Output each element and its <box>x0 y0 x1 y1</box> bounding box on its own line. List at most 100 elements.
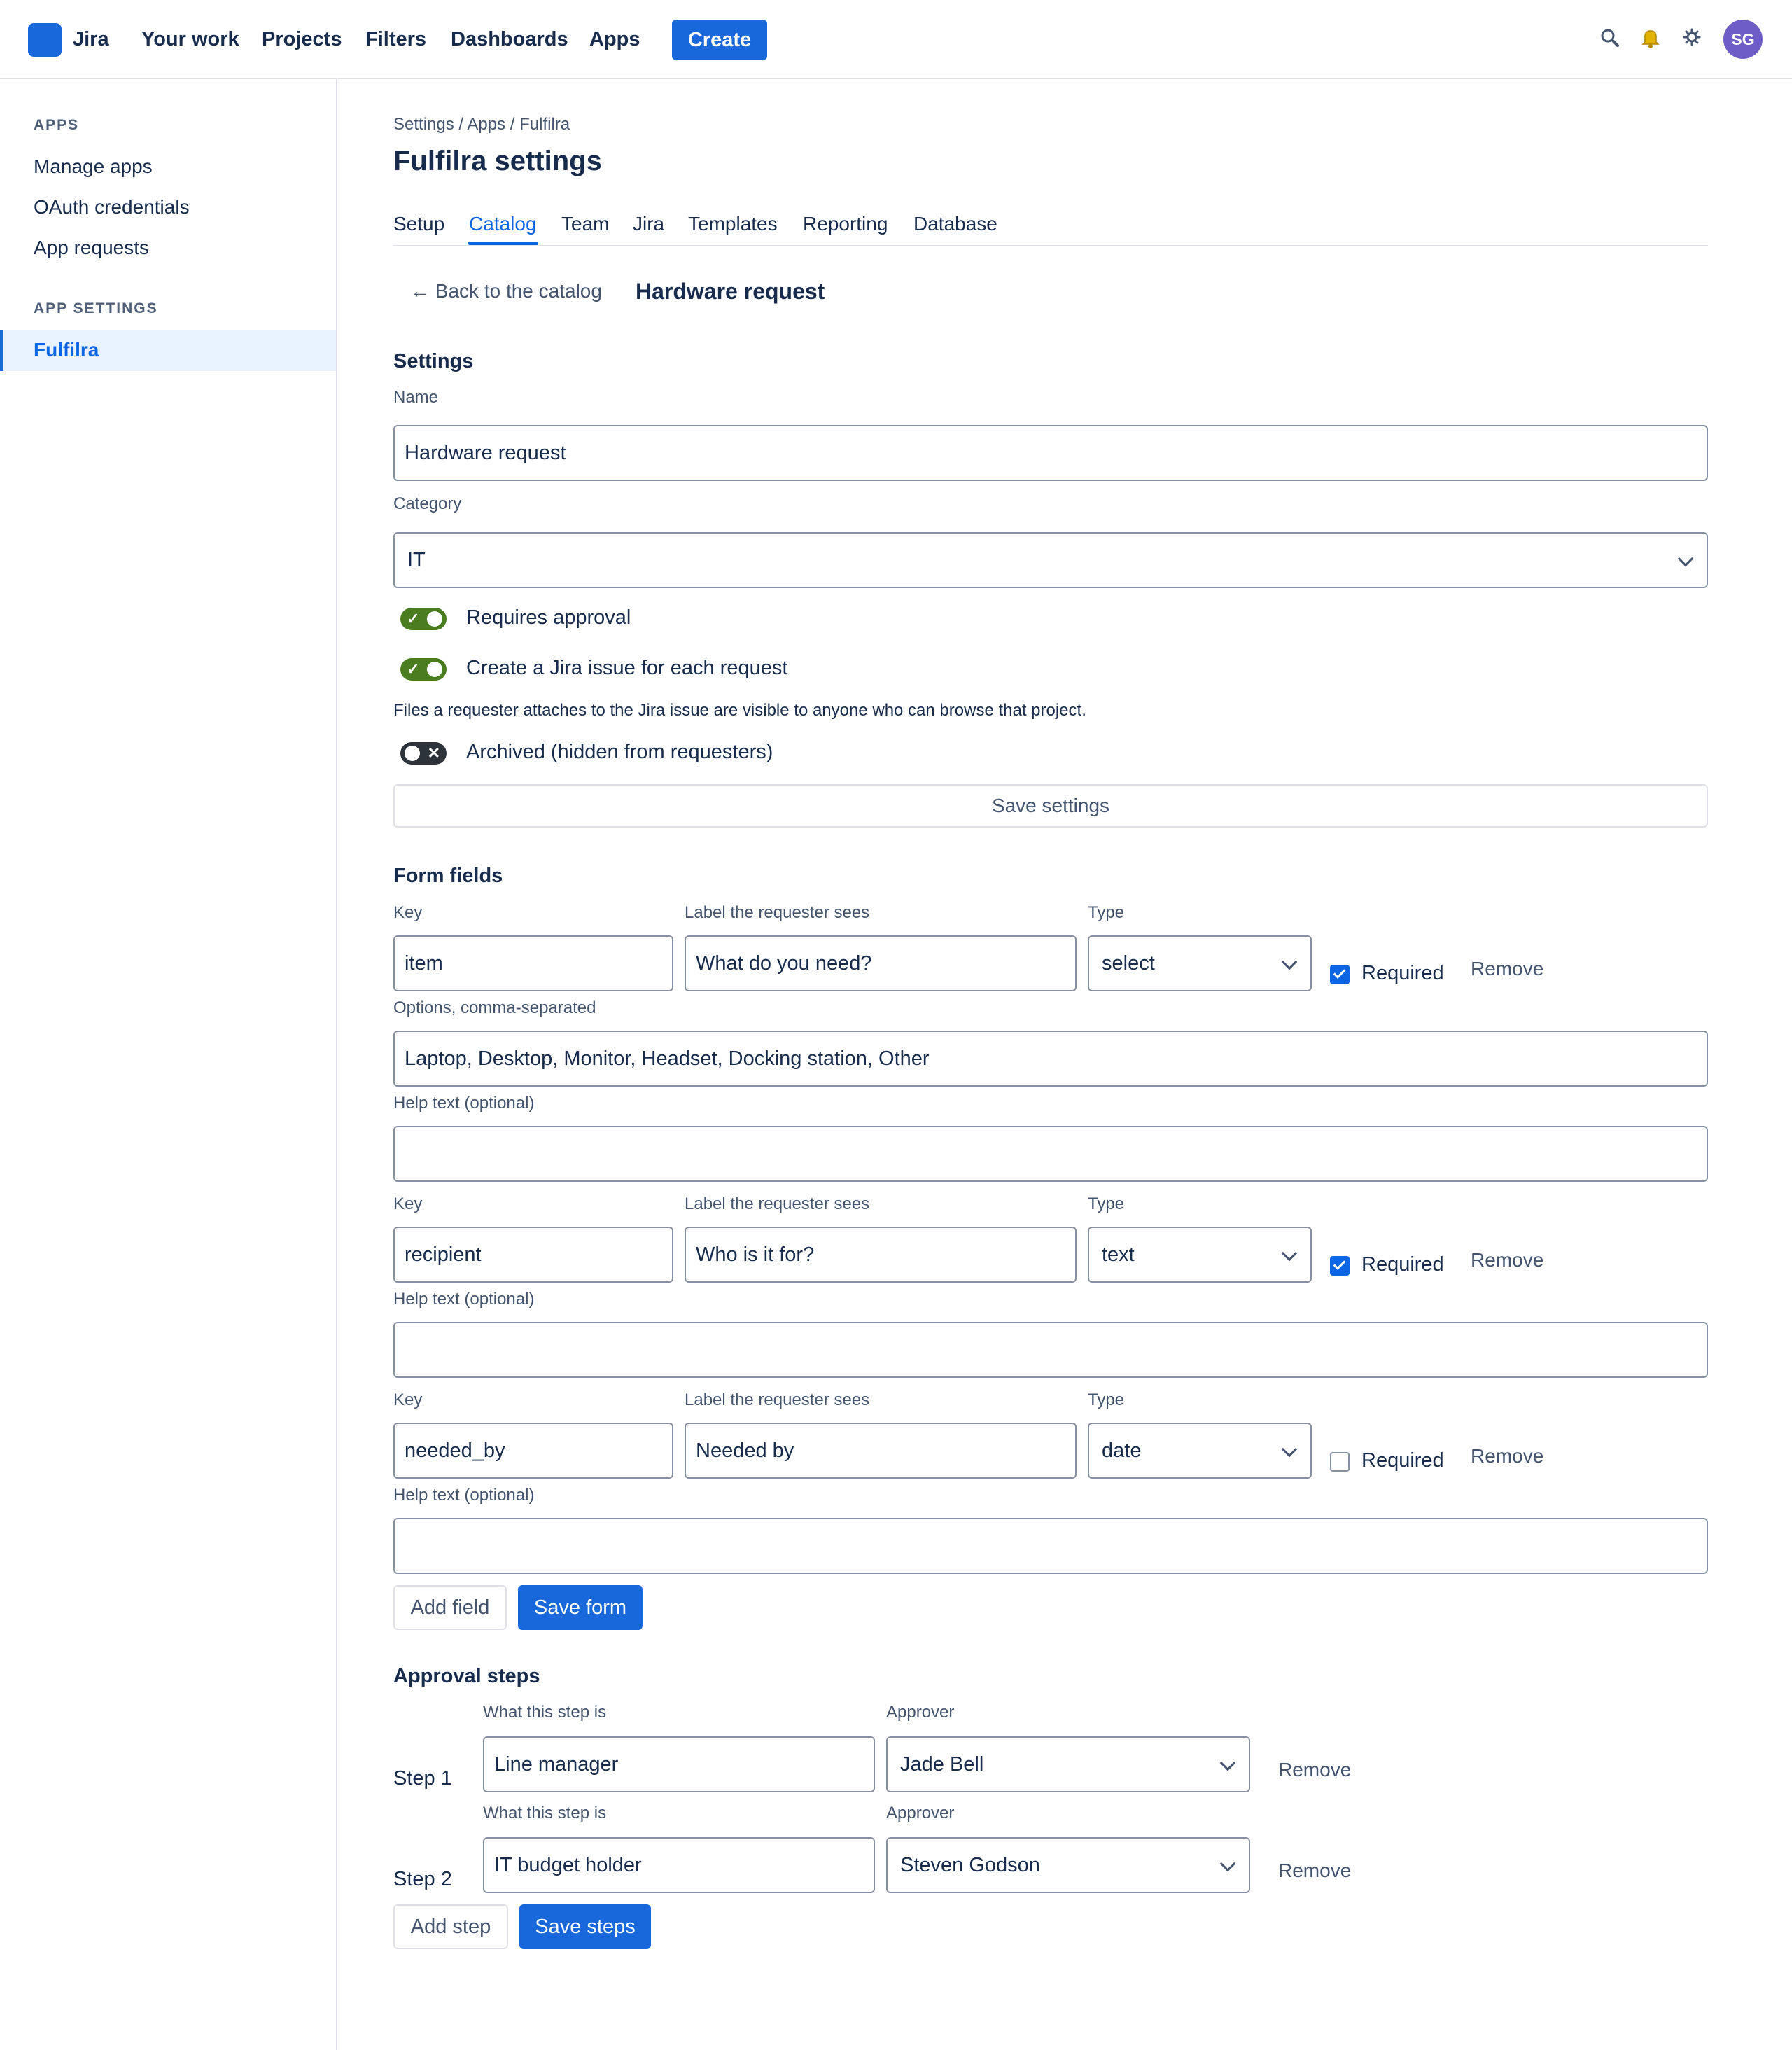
field-type-value: text <box>1102 1243 1135 1266</box>
approval-steps-heading: Approval steps <box>393 1665 540 1687</box>
chevron-down-icon <box>1677 550 1694 567</box>
sidebar-item-fulfilra[interactable]: Fulfilra <box>0 330 336 371</box>
sidebar-heading-app-settings: APP SETTINGS <box>34 300 158 316</box>
breadcrumb-separator: / <box>458 115 464 134</box>
help-text-input[interactable] <box>393 1518 1708 1574</box>
tab-templates[interactable]: Templates <box>688 213 778 235</box>
category-select-value: IT <box>407 549 426 571</box>
field-key-input[interactable]: recipient <box>393 1227 673 1283</box>
nav-filters[interactable]: Filters <box>365 28 426 51</box>
field-type-select[interactable]: text <box>1088 1227 1312 1283</box>
step-what-label: What this step is <box>483 1703 607 1722</box>
step-what-input[interactable]: IT budget holder <box>483 1837 875 1893</box>
remove-step-button[interactable]: Remove <box>1278 1860 1351 1882</box>
step-what-label: What this step is <box>483 1804 607 1822</box>
sidebar-item-manage-apps[interactable]: Manage apps <box>34 155 153 178</box>
help-text-label: Help text (optional) <box>393 1094 535 1113</box>
check-icon: ✓ <box>407 610 420 627</box>
save-form-button[interactable]: Save form <box>518 1585 643 1630</box>
check-icon: ✓ <box>407 660 420 678</box>
field-label-input[interactable]: Who is it for? <box>685 1227 1077 1283</box>
options-input[interactable]: Laptop, Desktop, Monitor, Headset, Docki… <box>393 1031 1708 1087</box>
nav-dashboards[interactable]: Dashboards <box>451 28 568 51</box>
field-type-value: select <box>1102 952 1155 975</box>
chevron-down-icon <box>1281 1245 1298 1262</box>
tab-jira[interactable]: Jira <box>633 213 664 235</box>
name-input[interactable]: Hardware request <box>393 425 1708 481</box>
field-key-label: Key <box>393 1194 423 1213</box>
save-steps-button[interactable]: Save steps <box>519 1904 651 1949</box>
tab-database[interactable]: Database <box>913 213 997 235</box>
field-key-label: Key <box>393 903 423 922</box>
bell-icon[interactable] <box>1639 27 1662 55</box>
page-title: Fulfilra settings <box>393 146 602 176</box>
avatar[interactable]: SG <box>1723 20 1763 59</box>
step-approver-label: Approver <box>886 1804 955 1822</box>
chevron-down-icon <box>1219 1855 1236 1872</box>
breadcrumb-apps[interactable]: Apps <box>467 115 505 134</box>
step-what-input[interactable]: Line manager <box>483 1736 875 1792</box>
help-text-input[interactable] <box>393 1126 1708 1182</box>
field-label-label: Label the requester sees <box>685 903 870 922</box>
nav-apps[interactable]: Apps <box>589 28 640 51</box>
help-text-input[interactable] <box>393 1322 1708 1378</box>
breadcrumb-settings[interactable]: Settings <box>393 115 454 134</box>
tab-team[interactable]: Team <box>561 213 609 235</box>
top-navigation: Jira Your work Projects Filters Dashboar… <box>0 0 1792 79</box>
remove-field-button[interactable]: Remove <box>1471 958 1544 980</box>
required-checkbox[interactable] <box>1330 965 1350 984</box>
required-checkbox[interactable] <box>1330 1256 1350 1276</box>
nav-projects[interactable]: Projects <box>262 28 342 51</box>
back-to-catalog-link[interactable]: ← Back to the catalog <box>410 280 602 302</box>
add-step-button[interactable]: Add step <box>393 1904 508 1949</box>
remove-step-button[interactable]: Remove <box>1278 1759 1351 1781</box>
jira-logo-icon[interactable] <box>28 23 62 57</box>
step-approver-label: Approver <box>886 1703 955 1722</box>
search-icon[interactable] <box>1599 27 1621 55</box>
sidebar-item-app-requests[interactable]: App requests <box>34 237 149 259</box>
step-approver-select[interactable]: Jade Bell <box>886 1736 1250 1792</box>
tab-catalog[interactable]: Catalog <box>469 213 537 235</box>
help-text-label: Help text (optional) <box>393 1290 535 1309</box>
field-type-label: Type <box>1088 903 1125 922</box>
step-label: Step 1 <box>393 1767 452 1790</box>
requires-approval-label: Requires approval <box>466 606 631 629</box>
archived-toggle[interactable]: ✕ <box>400 742 447 765</box>
create-button[interactable]: Create <box>672 20 767 60</box>
required-checkbox[interactable] <box>1330 1452 1350 1472</box>
step-approver-select[interactable]: Steven Godson <box>886 1837 1250 1893</box>
sidebar-item-label: Fulfilra <box>34 339 99 361</box>
create-jira-issue-toggle[interactable]: ✓ <box>400 658 447 681</box>
category-select[interactable]: IT <box>393 532 1708 588</box>
field-type-select[interactable]: select <box>1088 935 1312 991</box>
breadcrumb-fulfilra[interactable]: Fulfilra <box>519 115 570 134</box>
sidebar-item-oauth-credentials[interactable]: OAuth credentials <box>34 196 190 218</box>
product-name[interactable]: Jira <box>73 28 109 51</box>
tab-setup[interactable]: Setup <box>393 213 444 235</box>
category-label: Category <box>393 494 462 513</box>
save-settings-button[interactable]: Save settings <box>393 784 1708 828</box>
chevron-down-icon <box>1281 954 1298 970</box>
required-label: Required <box>1362 1253 1444 1276</box>
tab-reporting[interactable]: Reporting <box>803 213 888 235</box>
field-key-input[interactable]: needed_by <box>393 1423 673 1479</box>
nav-your-work[interactable]: Your work <box>141 28 239 51</box>
field-label-input[interactable]: Needed by <box>685 1423 1077 1479</box>
add-field-button[interactable]: Add field <box>393 1585 507 1630</box>
name-label: Name <box>393 388 439 407</box>
requires-approval-toggle[interactable]: ✓ <box>400 608 447 630</box>
field-type-select[interactable]: date <box>1088 1423 1312 1479</box>
field-key-input[interactable]: item <box>393 935 673 991</box>
remove-field-button[interactable]: Remove <box>1471 1445 1544 1467</box>
step-approver-value: Jade Bell <box>900 1753 984 1776</box>
field-type-label: Type <box>1088 1390 1125 1409</box>
field-label-label: Label the requester sees <box>685 1390 870 1409</box>
toggle-knob <box>405 746 420 761</box>
tab-bar: Setup Catalog Team Jira Templates Report… <box>393 210 1708 246</box>
field-label-input[interactable]: What do you need? <box>685 935 1077 991</box>
gear-icon[interactable] <box>1681 27 1702 54</box>
close-icon: ✕ <box>427 744 440 762</box>
chevron-down-icon <box>1219 1755 1236 1771</box>
create-jira-issue-label: Create a Jira issue for each request <box>466 657 788 679</box>
remove-field-button[interactable]: Remove <box>1471 1249 1544 1271</box>
